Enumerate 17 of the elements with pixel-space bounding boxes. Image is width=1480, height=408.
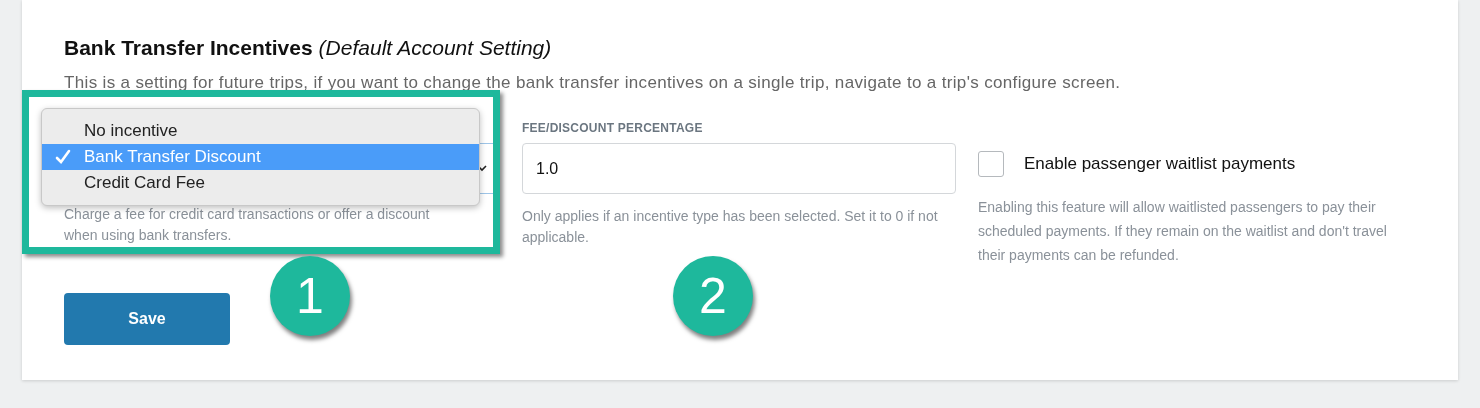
callout-badge: 1 [270, 256, 350, 336]
dropdown-option[interactable]: No incentive [42, 118, 479, 144]
callout-badge: 2 [673, 256, 753, 336]
dropdown-option[interactable]: Credit Card Fee [42, 170, 479, 196]
chevron-icon [477, 165, 487, 172]
help-text: Only applies if an incentive type has been selected. Set it to 0 if not applicable. [522, 207, 939, 247]
field-label: FEE/DISCOUNT PERCENTAGE [522, 120, 704, 137]
section-title: Bank Transfer Incentives [64, 35, 313, 61]
check-icon [55, 149, 71, 165]
section-subtitle: (Default Account Setting) [318, 35, 552, 61]
save-button[interactable]: Save [64, 293, 230, 345]
percentage-field[interactable]: 1.0 [522, 143, 956, 194]
waitlist-checkbox[interactable] [978, 151, 1004, 177]
checkbox-label: Enable passenger waitlist payments [1024, 153, 1296, 176]
help-text: Enabling this feature will allow waitlisted passengers to pay their scheduled payments. If they remain on the waitlist and don't travel their payments can be refunded. [978, 198, 1388, 265]
help-text: Charge a fee for credit card transactions or offer a discount when using bank transfers. [64, 205, 431, 245]
section-description: This is a setting for future trips, if you want to change the bank transfer incentives on a single trip, navigate to a trip's configure screen. [64, 71, 1122, 94]
